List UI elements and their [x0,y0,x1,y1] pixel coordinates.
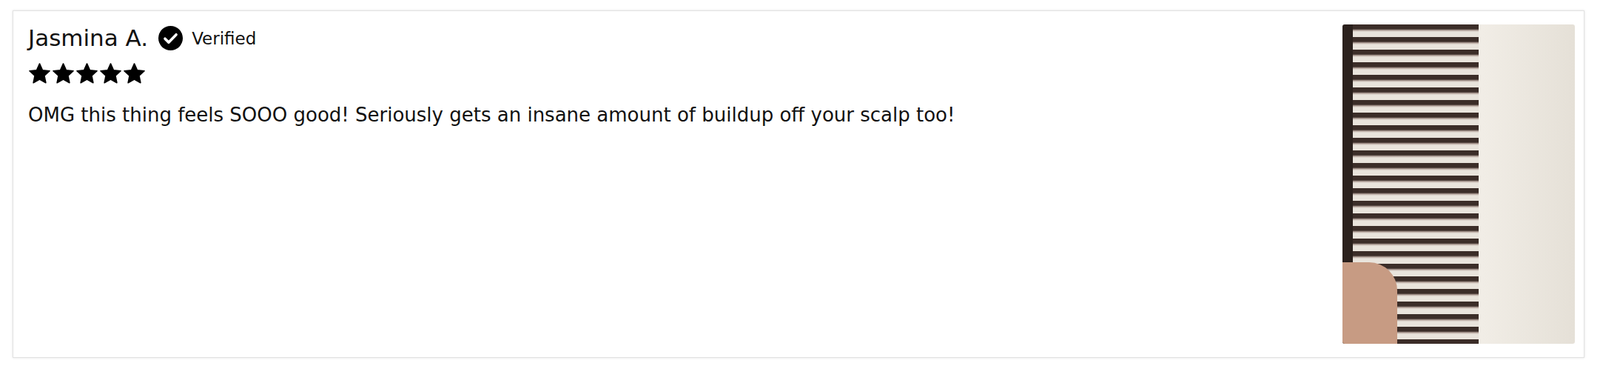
star-icon [99,62,123,86]
check-icon [158,25,183,51]
verified-label: Verified [191,28,257,49]
review-card: Jasmina A. Verified OMG this thing feels S… [12,10,1585,358]
verified-badge: Verified [158,25,257,51]
star-icon [75,62,99,86]
star-icon [28,62,52,86]
review-photo[interactable] [1342,24,1575,344]
star-icon [51,62,75,86]
review-header: Jasmina A. Verified [28,24,1325,52]
reviewer-name: Jasmina A. [28,24,149,52]
star-icon [122,62,146,86]
star-rating [28,62,1325,86]
review-text: OMG this thing feels SOOO good! Seriousl… [28,95,1325,129]
